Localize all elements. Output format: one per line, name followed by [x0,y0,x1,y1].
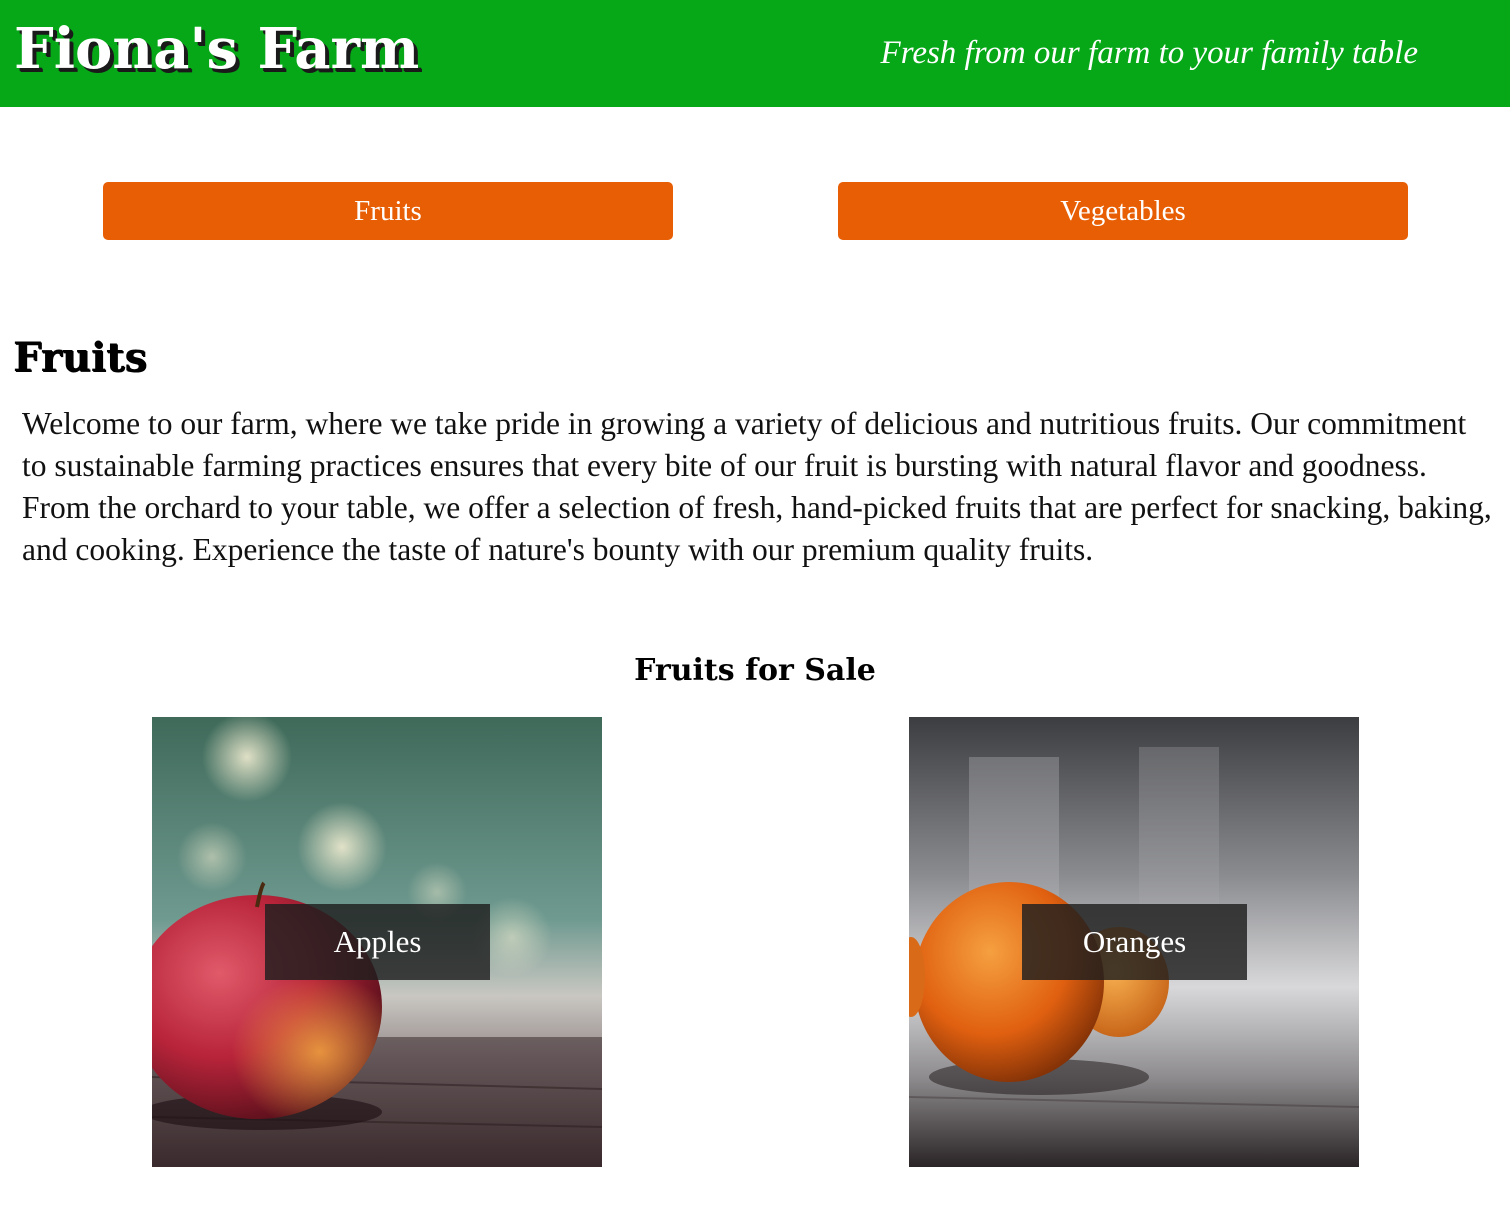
vegetables-nav-button[interactable]: Vegetables [838,182,1408,240]
product-caption-oranges: Oranges [1022,904,1247,980]
product-card-apples[interactable]: Apples [152,717,602,1167]
fruits-nav-button[interactable]: Fruits [103,182,673,240]
section-intro: Welcome to our farm, where we take pride… [22,406,1492,567]
site-tagline: Fresh from our farm to your family table [880,35,1418,71]
product-caption-apples: Apples [265,904,490,980]
product-card-oranges[interactable]: Oranges [909,717,1359,1167]
site-logo[interactable]: Fiona's Farm [14,14,419,84]
section-title: Fruits [13,334,148,381]
sale-title: Fruits for Sale [634,653,876,688]
site-header: Fiona's Farm Fresh from our farm to your… [0,0,1510,107]
